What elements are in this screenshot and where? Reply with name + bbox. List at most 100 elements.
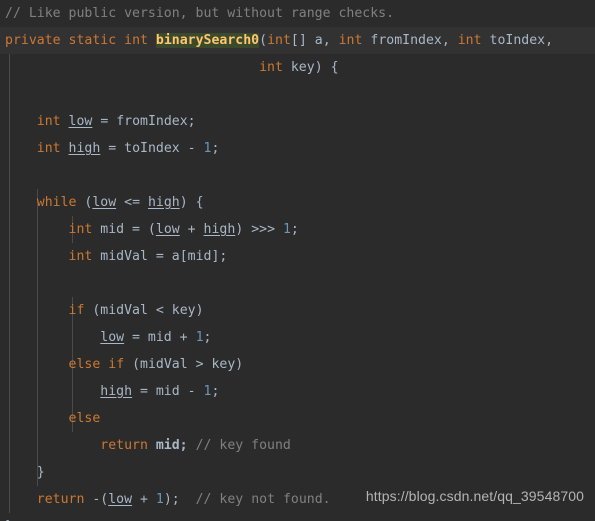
semicolon: ; xyxy=(211,141,220,156)
keyword-return: return xyxy=(36,492,85,507)
keyword-int: int xyxy=(68,222,93,237)
var-mid-assign: mid = ( xyxy=(92,222,156,237)
assign: = xyxy=(92,114,117,129)
number-literal: 1 xyxy=(195,330,204,345)
method-name-highlighted[interactable]: binarySearch0 xyxy=(155,33,260,48)
negate-expr: -( xyxy=(84,492,109,507)
paren-open: ( xyxy=(259,33,268,48)
param-a: a xyxy=(314,33,323,48)
condition-expr: (midVal < key) xyxy=(84,303,204,318)
watermark-url: https://blog.csdn.net/qq_39548700 xyxy=(365,488,584,504)
code-line-14[interactable]: else if (midVal > key) xyxy=(0,351,595,378)
keyword-int: int xyxy=(36,141,61,156)
comma: , xyxy=(441,33,458,48)
operator-ushr: ) >>> xyxy=(235,222,283,237)
code-line-4[interactable] xyxy=(0,81,595,108)
comma: , xyxy=(545,33,554,48)
code-line-12[interactable]: if (midVal < key) xyxy=(0,297,595,324)
keyword-else: else xyxy=(68,357,101,372)
value-fromIndex: fromIndex; xyxy=(116,114,196,129)
param-toIndex: toIndex xyxy=(489,33,546,48)
param-key: key xyxy=(290,60,315,75)
comment-token: // key not found. xyxy=(179,492,331,507)
code-line-1[interactable]: // Like public version, but without rang… xyxy=(0,0,595,27)
code-line-16[interactable]: else xyxy=(0,405,595,432)
var-midVal-assign: midVal = a[mid]; xyxy=(92,249,228,264)
keyword-else: else xyxy=(68,411,101,426)
keyword-int: int xyxy=(338,33,363,48)
number-literal: 1 xyxy=(155,492,164,507)
code-line-2[interactable]: private static int binarySearch0(int[] a… xyxy=(0,27,595,54)
code-line-18[interactable]: } xyxy=(0,459,595,486)
code-line-3[interactable]: int key) { xyxy=(0,54,595,81)
keyword-private: private xyxy=(5,33,61,48)
var-mid: mid; xyxy=(147,438,188,453)
code-line-20[interactable]: } xyxy=(0,513,595,521)
code-line-17[interactable]: return mid; // key found xyxy=(0,432,595,459)
block-open: ) { xyxy=(179,195,204,210)
operator-plus: + xyxy=(132,492,156,507)
keyword-int: int xyxy=(259,60,283,75)
var-high: high xyxy=(203,222,236,237)
code-line-9[interactable]: int mid = (low + high) >>> 1; xyxy=(0,216,595,243)
var-low: low xyxy=(155,222,180,237)
keyword-while: while xyxy=(36,195,77,210)
var-low: low xyxy=(68,114,93,129)
keyword-int: int xyxy=(68,249,93,264)
var-low: low xyxy=(108,492,133,507)
semicolon: ; xyxy=(211,384,220,399)
keyword-int: int xyxy=(36,114,61,129)
assign: = xyxy=(100,141,125,156)
code-line-10[interactable]: int midVal = a[mid]; xyxy=(0,243,595,270)
comment-token: // Like public version, but without rang… xyxy=(5,6,395,21)
keyword-return: return xyxy=(100,438,148,453)
code-line-11[interactable] xyxy=(0,270,595,297)
code-line-6[interactable]: int high = toIndex - 1; xyxy=(0,135,595,162)
keyword-static: static xyxy=(68,33,117,48)
operator-plus: + xyxy=(179,222,204,237)
comma: , xyxy=(322,33,339,48)
keyword-if: if xyxy=(108,357,125,372)
var-low: low xyxy=(92,195,117,210)
condition-expr: (midVal > key) xyxy=(124,357,244,372)
code-editor[interactable]: // Like public version, but without rang… xyxy=(0,0,595,521)
keyword-int: int xyxy=(267,33,291,48)
var-low: low xyxy=(100,330,125,345)
value-toIndex: toIndex - xyxy=(124,141,204,156)
operator-lte: <= xyxy=(116,195,148,210)
comment-token: // key found xyxy=(187,438,291,453)
number-literal: 1 xyxy=(282,222,291,237)
code-line-5[interactable]: int low = fromIndex; xyxy=(0,108,595,135)
code-line-15[interactable]: high = mid - 1; xyxy=(0,378,595,405)
var-high: high xyxy=(147,195,180,210)
paren-close: ); xyxy=(163,492,180,507)
array-brackets: [] xyxy=(290,33,307,48)
code-line-8[interactable]: while (low <= high) { xyxy=(0,189,595,216)
block-close: } xyxy=(36,465,45,480)
code-line-13[interactable]: low = mid + 1; xyxy=(0,324,595,351)
code-line-7[interactable] xyxy=(0,162,595,189)
keyword-int: int xyxy=(124,33,148,48)
semicolon: ; xyxy=(290,222,299,237)
keyword-int: int xyxy=(457,33,482,48)
